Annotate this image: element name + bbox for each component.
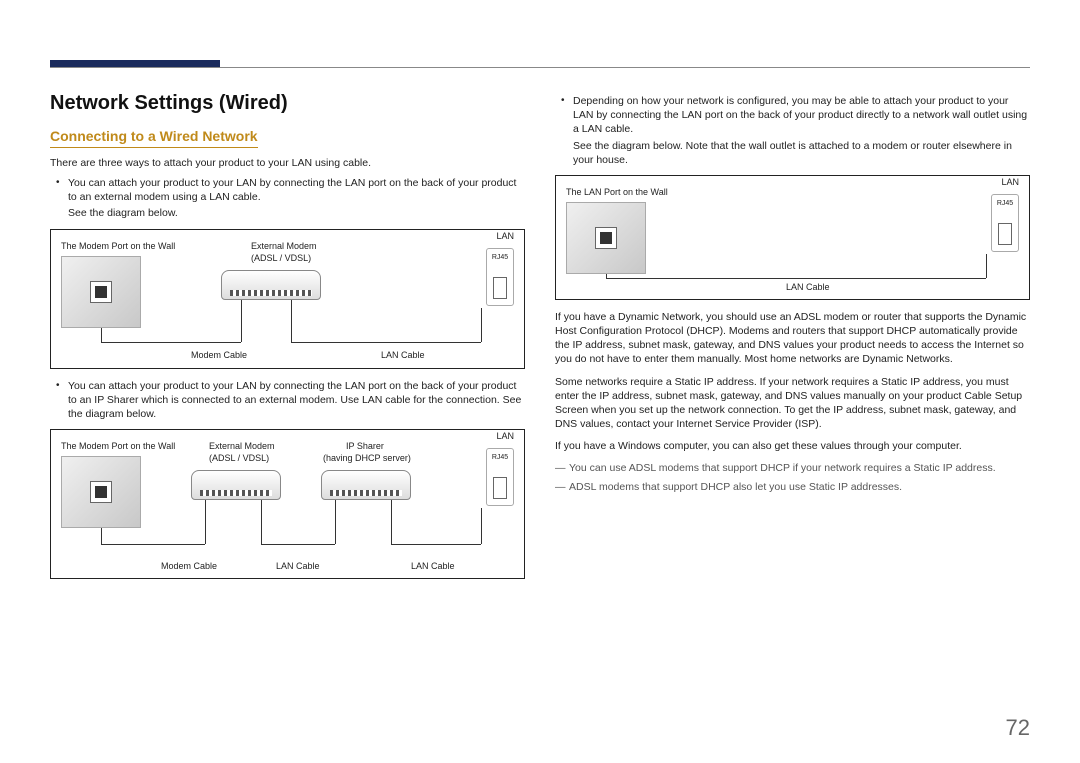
cable-segment	[606, 278, 986, 279]
wall-plate-icon	[566, 202, 646, 274]
paragraph-static: Some networks require a Static IP addres…	[555, 375, 1030, 432]
page-title: Network Settings (Wired)	[50, 90, 525, 117]
diagram-ip-sharer: The Modem Port on the Wall External Mode…	[50, 429, 525, 579]
right-bullet-list: Depending on how your network is configu…	[555, 94, 1030, 167]
cable-segment	[481, 508, 482, 544]
bullet-text: You can attach your product to your LAN …	[68, 380, 521, 420]
wall-plate-icon	[61, 456, 141, 528]
cable-segment	[241, 300, 242, 342]
note-adsl-static: ADSL modems that support DHCP also let y…	[555, 480, 1030, 494]
diagram-wall-direct: The LAN Port on the Wall LAN RJ45 LAN Ca…	[555, 175, 1030, 300]
paragraph-dhcp: If you have a Dynamic Network, you shoul…	[555, 310, 1030, 367]
rj45-label: RJ45	[487, 253, 513, 262]
modem-cable-label: Modem Cable	[191, 349, 247, 361]
left-bullet-list-2: You can attach your product to your LAN …	[50, 379, 525, 422]
cable-segment	[261, 544, 335, 545]
modem-sublabel: (ADSL / VDSL)	[209, 452, 269, 464]
modem-sublabel: (ADSL / VDSL)	[251, 252, 311, 264]
sharer-icon	[321, 470, 411, 500]
content-columns: Network Settings (Wired) Connecting to a…	[50, 90, 1030, 589]
lan-cable-label-b: LAN Cable	[411, 560, 455, 572]
modem-label: External Modem	[209, 440, 275, 452]
bullet-wall-direct: Depending on how your network is configu…	[573, 94, 1030, 167]
header-rule	[50, 60, 1030, 74]
cable-segment	[986, 254, 987, 278]
cable-segment	[391, 544, 481, 545]
header-accent	[50, 60, 220, 67]
paragraph-windows: If you have a Windows computer, you can …	[555, 439, 1030, 453]
note-adsl-dhcp: You can use ADSL modems that support DHC…	[555, 461, 1030, 475]
rj45-icon: RJ45	[486, 248, 514, 306]
page-number: 72	[1006, 715, 1030, 741]
wall-port-label: The Modem Port on the Wall	[61, 240, 175, 252]
intro-text: There are three ways to attach your prod…	[50, 156, 525, 170]
lan-label: LAN	[496, 430, 514, 442]
left-column: Network Settings (Wired) Connecting to a…	[50, 90, 525, 589]
bullet-text: You can attach your product to your LAN …	[68, 177, 516, 203]
lan-cable-label-a: LAN Cable	[276, 560, 320, 572]
rj45-label: RJ45	[992, 199, 1018, 208]
cable-segment	[335, 500, 336, 544]
rj45-label: RJ45	[487, 453, 513, 462]
bullet-subtext: See the diagram below.	[68, 206, 525, 220]
cable-segment	[391, 500, 392, 544]
cable-segment	[291, 342, 481, 343]
rj45-icon: RJ45	[991, 194, 1019, 252]
bullet-subtext: See the diagram below. Note that the wal…	[573, 139, 1030, 167]
modem-icon	[221, 270, 321, 300]
cable-segment	[291, 300, 292, 342]
cable-segment	[261, 500, 262, 544]
right-column: Depending on how your network is configu…	[555, 90, 1030, 589]
wall-plate-icon	[61, 256, 141, 328]
lan-label: LAN	[496, 230, 514, 242]
lan-cable-label: LAN Cable	[381, 349, 425, 361]
cable-segment	[205, 500, 206, 544]
section-subheading: Connecting to a Wired Network	[50, 127, 258, 148]
bullet-ip-sharer: You can attach your product to your LAN …	[68, 379, 525, 422]
bullet-text: Depending on how your network is configu…	[573, 95, 1027, 135]
lan-cable-label: LAN Cable	[786, 281, 830, 293]
modem-icon	[191, 470, 281, 500]
cable-segment	[101, 544, 205, 545]
cable-segment	[101, 342, 241, 343]
rj45-icon: RJ45	[486, 448, 514, 506]
wall-port-label: The Modem Port on the Wall	[61, 440, 175, 452]
cable-segment	[101, 528, 102, 544]
left-bullet-list: You can attach your product to your LAN …	[50, 176, 525, 221]
sharer-label: IP Sharer	[346, 440, 384, 452]
cable-segment	[101, 328, 102, 342]
diagram-modem-direct: The Modem Port on the Wall External Mode…	[50, 229, 525, 369]
modem-label: External Modem	[251, 240, 317, 252]
lan-label: LAN	[1001, 176, 1019, 188]
modem-cable-label: Modem Cable	[161, 560, 217, 572]
sharer-sublabel: (having DHCP server)	[323, 452, 411, 464]
bullet-modem-direct: You can attach your product to your LAN …	[68, 176, 525, 221]
wall-port-label: The LAN Port on the Wall	[566, 186, 668, 198]
cable-segment	[481, 308, 482, 342]
header-line	[50, 67, 1030, 68]
